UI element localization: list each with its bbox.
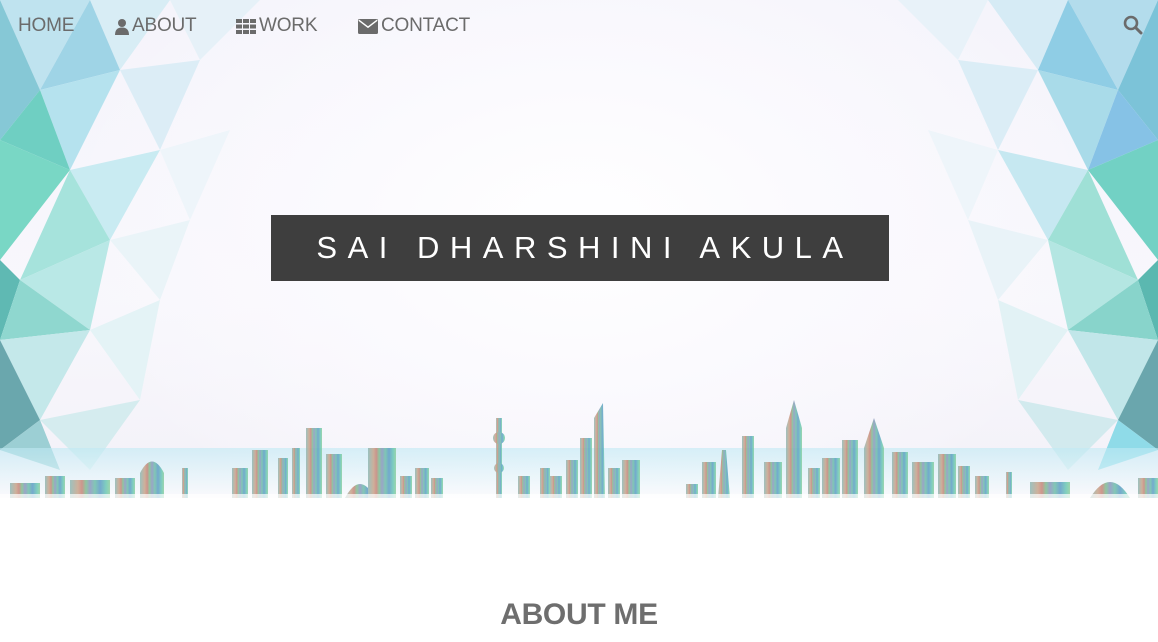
user-icon xyxy=(115,18,129,35)
nav-work-link[interactable]: WORK xyxy=(236,13,318,39)
nav-home-label: HOME xyxy=(18,15,75,36)
hero-banner: HOME ABOUT WORK CONTACT SAI DHARSHINI AK… xyxy=(0,0,1158,498)
nav-contact-label: CONTACT xyxy=(381,15,471,36)
envelope-icon xyxy=(358,18,378,34)
hero-name-title: SAI DHARSHINI AKULA xyxy=(316,230,854,265)
nav-about-link[interactable]: ABOUT xyxy=(115,13,197,39)
search-icon xyxy=(1123,15,1143,35)
nav-contact-link[interactable]: CONTACT xyxy=(358,13,470,39)
about-section-heading: ABOUT ME xyxy=(500,598,658,631)
top-navigation: HOME ABOUT WORK CONTACT xyxy=(0,0,1158,52)
city-skyline-illustration xyxy=(0,400,1158,498)
nav-about-label: ABOUT xyxy=(132,15,197,36)
nav-home-link[interactable]: HOME xyxy=(18,13,74,39)
nav-work-label: WORK xyxy=(259,15,318,36)
hero-title-box: SAI DHARSHINI AKULA xyxy=(271,215,889,281)
search-button[interactable] xyxy=(1123,15,1145,37)
grid-icon xyxy=(236,18,256,34)
